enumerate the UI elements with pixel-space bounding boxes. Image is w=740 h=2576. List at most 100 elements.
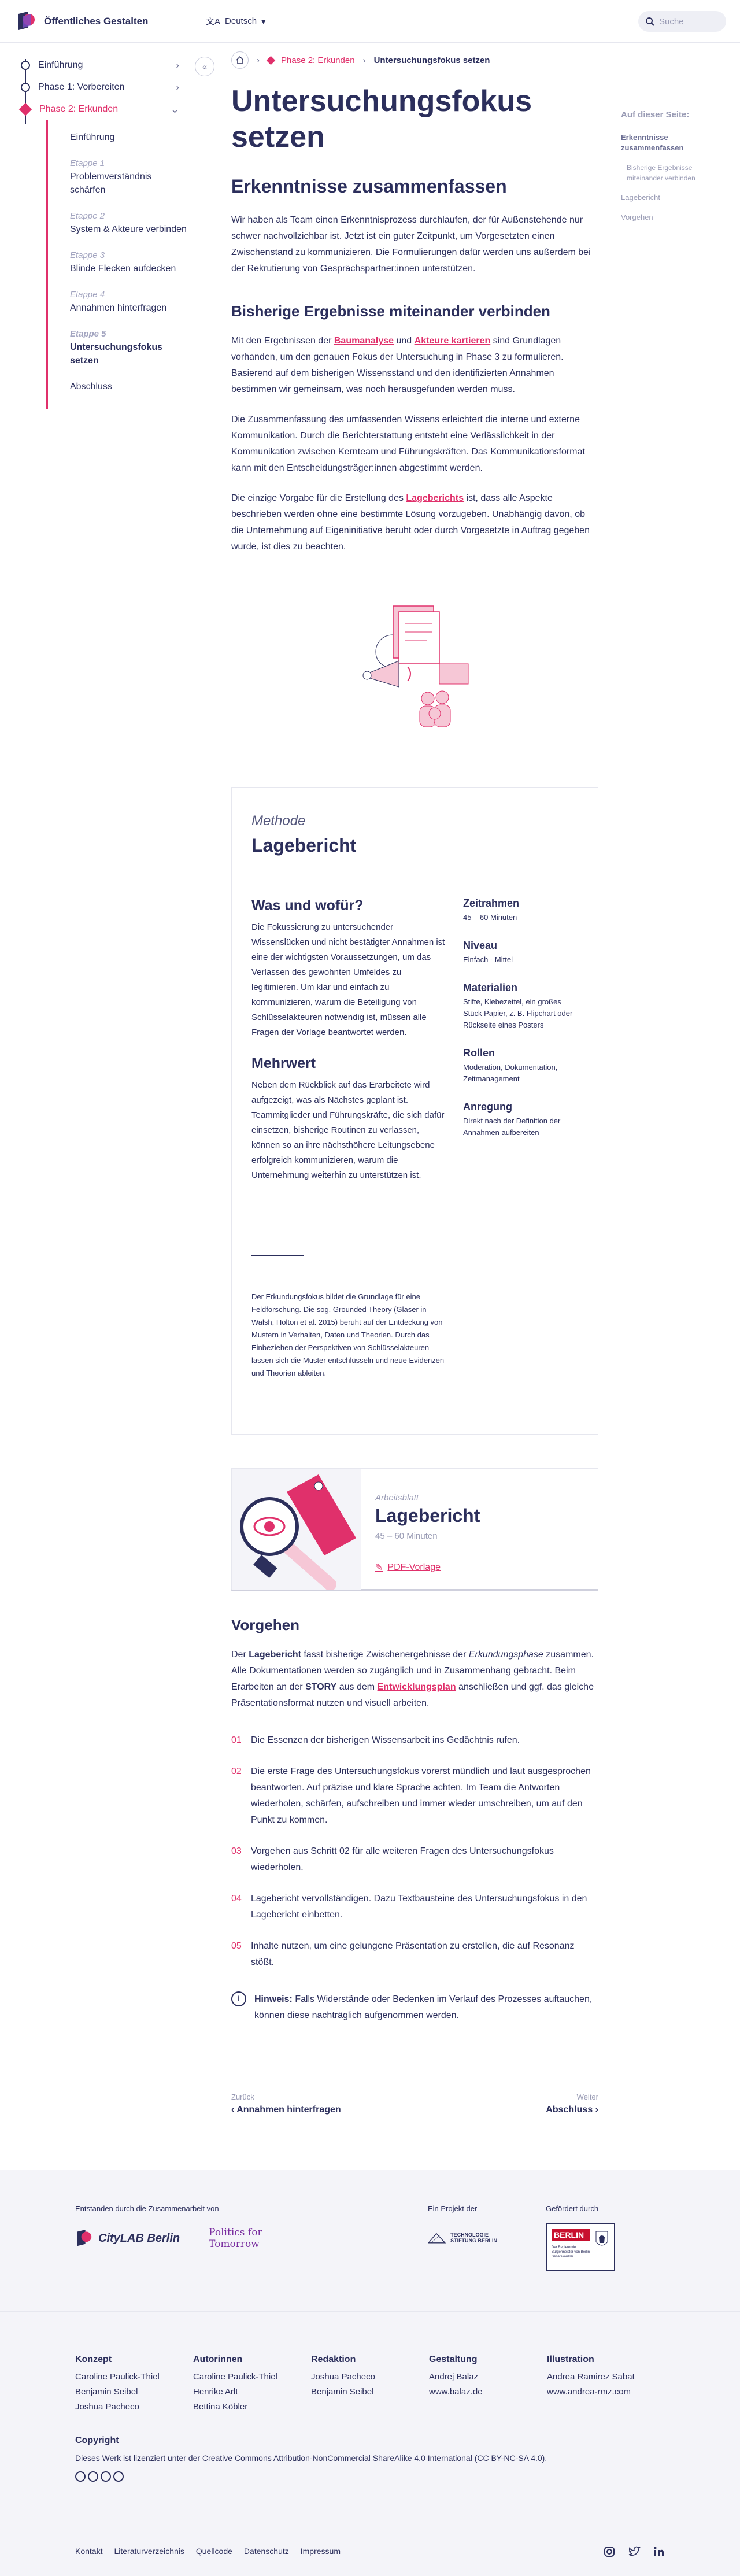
hint-label: Hinweis: [254, 1994, 293, 2004]
subnav-item-etappe-3[interactable]: Etappe 3 Blinde Flecken aufdecken [70, 249, 188, 275]
site-logo[interactable]: Öffentliches Gestalten [16, 10, 148, 32]
link-lageberichts[interactable]: Lageberichts [406, 493, 464, 503]
footer-bar: Kontakt Literaturverzeichnis Quellcode D… [0, 2526, 740, 2576]
divider [251, 1255, 304, 1256]
subnav-item-etappe-4[interactable]: Etappe 4 Annahmen hinterfragen [70, 288, 188, 315]
subnav-step: Etappe 5 [70, 329, 106, 339]
fact-heading-zeitrahmen: Zeitrahmen [463, 897, 520, 909]
credit-name: Benjamin Seibel [75, 2387, 138, 2397]
sidebar-item-phase-2[interactable]: Phase 2: Erkunden ⌄ [18, 98, 191, 120]
citylab-logo[interactable]: CityLAB Berlin [75, 2228, 180, 2248]
subnav-item-abschluss[interactable]: Abschluss [70, 380, 188, 393]
partners-caption: Ein Projekt der [428, 2204, 478, 2213]
translate-icon: 文A [206, 17, 221, 27]
link-entwicklungsplan[interactable]: Entwicklungsplan [378, 1682, 456, 1692]
subnav-item-etappe-5[interactable]: Etappe 5 Untersuchungsfokus setzen [70, 327, 188, 367]
toc-item-vorgehen[interactable]: Vorgehen [621, 212, 725, 223]
subnav-item-etappe-1[interactable]: Etappe 1 Problemverständnis schärfen [70, 157, 188, 197]
link-akteure-kartieren[interactable]: Akteure kartieren [415, 336, 491, 346]
procedure-heading: Vorgehen [231, 1616, 299, 1633]
social-links [604, 2546, 665, 2559]
next-title: Abschluss › [546, 2105, 598, 2115]
step-row: 04 Lagebericht vervollständigen. Dazu Tex… [231, 1891, 598, 1923]
collapse-sidebar-button[interactable]: « [195, 57, 214, 76]
partners-created-by: Entstanden durch die Zusammenarbeit von … [75, 2204, 262, 2250]
subnav-label: Abschluss [70, 382, 112, 391]
footer-link-datenschutz[interactable]: Datenschutz [244, 2547, 289, 2556]
paragraph-ergebnisse: Mit den Ergebnissen der Baumanalyse und … [231, 333, 598, 398]
credit-heading: Illustration [547, 2355, 594, 2364]
toc-item-lagebericht[interactable]: Lagebericht [621, 193, 725, 203]
next-page-link[interactable]: Weiter Abschluss › [546, 2093, 598, 2116]
subnav-label: System & Akteure verbinden [70, 224, 187, 234]
politics-for-tomorrow-logo[interactable]: Politics for Tomorrow [209, 2227, 262, 2250]
step-number: 01 [231, 1735, 242, 1745]
bear-icon [595, 2231, 608, 2246]
what-heading: Was und wofür? [251, 897, 364, 914]
twitter-icon[interactable] [628, 2546, 641, 2559]
active-diamond-icon [18, 102, 32, 116]
site-title: Öffentliches Gestalten [44, 15, 149, 27]
credit-link[interactable]: www.andrea-rmz.com [547, 2387, 631, 2397]
sidebar-item-phase-1[interactable]: Phase 1: Vorbereiten › [21, 76, 191, 98]
credit-name: Andrea Ramirez Sabat [547, 2372, 635, 2382]
what-text: Die Fokussierung zu untersuchender Wisse… [251, 922, 445, 1037]
sidebar-item-label: Einführung [38, 60, 83, 70]
paragraph-lagebericht: Die einzige Vorgabe für die Erstellung d… [231, 490, 598, 555]
worksheet-duration: 45 – 60 Minuten [375, 1531, 438, 1541]
page-layout: Einführung › Phase 1: Vorbereiten › Phas… [0, 43, 740, 2171]
language-label: Deutsch [225, 16, 257, 26]
linkedin-icon[interactable] [653, 2546, 665, 2559]
sidebar-item-label: Phase 2: Erkunden [39, 104, 119, 114]
text-italic: Erkundungsphase [468, 1650, 543, 1660]
toc-item-ergebnisse[interactable]: Bisherige Ergebnisse miteinander verbind… [621, 162, 725, 183]
step-row: 03 Vorgehen aus Schritt 02 für alle weite… [231, 1843, 598, 1876]
instagram-icon[interactable] [604, 2546, 615, 2559]
step-text: Die Essenzen der bisherigen Wissensarbei… [251, 1735, 520, 1745]
subnav-item-einfuehrung[interactable]: Einführung [70, 131, 188, 144]
page-title: Untersuchungsfokus setzen [231, 84, 532, 154]
chevron-right-icon: › [593, 2105, 598, 2115]
partners-project-of: Ein Projekt der TECHNOLOGIE STIFTUNG BER… [428, 2204, 509, 2246]
tsb-logo[interactable]: TECHNOLOGIE STIFTUNG BERLIN [428, 2229, 509, 2246]
search-field[interactable]: Suche [638, 11, 726, 32]
tsb-name: TECHNOLOGIE STIFTUNG BERLIN [450, 2232, 498, 2244]
footer-link-quellcode[interactable]: Quellcode [196, 2547, 232, 2556]
pdf-download-link[interactable]: ✎ PDF-Vorlage [375, 1562, 480, 1573]
table-of-contents: Auf dieser Seite: Erkenntnisse zusammenf… [621, 110, 725, 232]
credit-link[interactable]: www.balaz.de [429, 2387, 483, 2397]
sidebar-item-einfuehrung[interactable]: Einführung › [21, 54, 191, 76]
worksheet-label: Arbeitsblatt [375, 1493, 419, 1503]
credit-heading: Konzept [75, 2355, 112, 2364]
berlin-logo[interactable]: BERLIN Der Regierende Bürgermeister von … [546, 2223, 615, 2271]
subnav-label: Annahmen hinterfragen [70, 303, 167, 313]
subnav-step: Etappe 1 [70, 158, 105, 168]
language-switcher[interactable]: 文A Deutsch ▾ [206, 15, 266, 27]
subnav-label: Problemverständnis schärfen [70, 172, 152, 195]
breadcrumb-phase-label: Phase 2: Erkunden [281, 55, 355, 65]
breadcrumb-phase[interactable]: Phase 2: Erkunden [266, 55, 355, 65]
subnav-item-etappe-2[interactable]: Etappe 2 System & Akteure verbinden [70, 209, 188, 236]
toc-item-erkenntnisse[interactable]: Erkenntnisse zusammenfassen [621, 132, 725, 153]
footer-link-literatur[interactable]: Literaturverzeichnis [114, 2547, 184, 2556]
main-content: › Phase 2: Erkunden › Untersuchungsfokus… [231, 43, 598, 2116]
hint-box: i Hinweis: Falls Widerstände oder Bedenk… [231, 1991, 598, 2024]
text: und [394, 336, 415, 346]
credit-column: Autorinnen Caroline Paulick-Thiel Henrike … [193, 2352, 278, 2415]
tsb-icon [428, 2233, 446, 2244]
footer-link-impressum[interactable]: Impressum [301, 2547, 341, 2556]
previous-page-link[interactable]: Zurück ‹ Annahmen hinterfragen [231, 2093, 341, 2116]
method-card: Methode Lagebericht Was und wofür? Die F… [231, 787, 598, 1435]
logo-icon [18, 11, 35, 30]
home-button[interactable] [231, 51, 249, 69]
hint-text: Hinweis: Falls Widerstände oder Bedenken… [254, 1991, 598, 2024]
fact-heading-materialien: Materialien [463, 982, 518, 993]
text-bold: STORY [305, 1682, 337, 1692]
link-baumanalyse[interactable]: Baumanalyse [334, 336, 394, 346]
footer-link-kontakt[interactable]: Kontakt [75, 2547, 102, 2556]
worksheet-card[interactable]: Arbeitsblatt Lagebericht 45 – 60 Minuten… [231, 1468, 598, 1591]
breadcrumb: › Phase 2: Erkunden › Untersuchungsfokus… [231, 43, 598, 77]
cc-license-icons [75, 2471, 665, 2482]
text: Der [231, 1650, 249, 1660]
step-row: 02 Die erste Frage des Untersuchungsfokus… [231, 1764, 598, 1828]
